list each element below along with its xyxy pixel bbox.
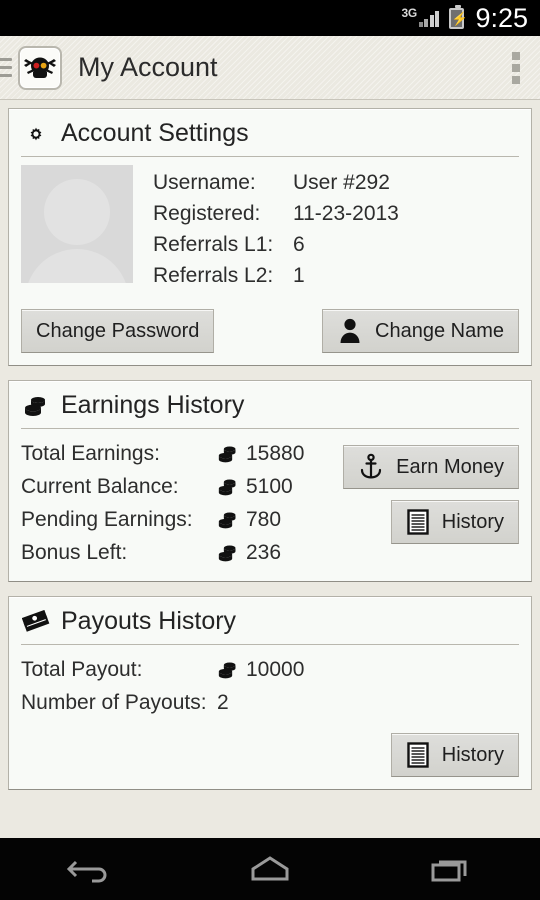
payouts-history-title: Payouts History: [61, 607, 237, 635]
payouts-history-header: Payouts History: [9, 597, 531, 644]
coins-icon: [21, 394, 51, 418]
earnings-history-button[interactable]: History: [390, 500, 519, 544]
skull-crossbones-app-icon[interactable]: [18, 45, 62, 90]
page-title: My Account: [78, 52, 218, 82]
action-bar: My Account: [0, 36, 540, 100]
field-label: Referrals L1:: [153, 233, 274, 256]
coins-icon: [217, 510, 239, 530]
stat-label: Total Payout:: [21, 658, 143, 681]
content-scroll-area[interactable]: Account Settings Username: User #292 Reg…: [0, 100, 540, 838]
stat-value: 10000: [246, 658, 305, 681]
stat-label: Total Earnings:: [21, 442, 160, 465]
stat-value: 780: [246, 508, 282, 531]
stat-row-bonus-left: Bonus Left: 236: [21, 536, 343, 569]
coins-icon: [217, 477, 239, 497]
field-value: 1: [293, 264, 305, 287]
payouts-history-button-label: History: [441, 743, 504, 766]
stat-value: 15880: [246, 442, 305, 465]
phone-screen: 3G ⚡ 9:25 My Account Account Settings Us…: [0, 0, 540, 900]
stat-row-total-earnings: Total Earnings: 15880: [21, 437, 343, 470]
field-value: User #292: [293, 171, 390, 194]
field-row-username: Username: User #292: [153, 167, 519, 198]
stat-row-pending-earnings: Pending Earnings: 780: [21, 503, 343, 536]
clock-label: 9:25: [475, 2, 528, 33]
field-row-referrals-l2: Referrals L2: 1: [153, 260, 519, 291]
stat-row-total-payout: Total Payout: 10000: [21, 653, 519, 686]
payouts-history-body: Total Payout: 10000 Number of Payouts: 2…: [9, 645, 531, 789]
system-navigation-bar: [0, 838, 540, 900]
coins-icon: [217, 660, 239, 680]
earnings-history-button-label: History: [441, 510, 504, 533]
overflow-menu-icon[interactable]: [512, 51, 520, 84]
back-arrow-icon[interactable]: [55, 849, 125, 889]
account-settings-card: Account Settings Username: User #292 Reg…: [8, 108, 532, 366]
banknotes-icon: [21, 609, 51, 634]
hamburger-icon[interactable]: [0, 58, 12, 77]
account-settings-body: Username: User #292 Registered: 11-23-20…: [9, 157, 531, 365]
recents-icon[interactable]: [415, 849, 485, 889]
payouts-history-card: Payouts History Total Payout: 10000 Numb…: [8, 596, 532, 790]
earn-money-label: Earn Money: [396, 455, 504, 478]
earnings-stats-list: Total Earnings: 15880 Current Balance: 5…: [21, 437, 343, 569]
home-icon[interactable]: [235, 849, 305, 889]
anchor-icon: [358, 453, 384, 481]
stat-value: 236: [246, 541, 282, 564]
field-value: 11-23-2013: [293, 202, 399, 225]
stat-label: Bonus Left:: [21, 541, 128, 564]
field-label: Registered:: [153, 202, 261, 225]
account-fields-list: Username: User #292 Registered: 11-23-20…: [153, 165, 519, 291]
payouts-stats-list: Total Payout: 10000 Number of Payouts: 2: [21, 653, 519, 719]
coins-icon: [217, 444, 239, 464]
stat-row-number-of-payouts: Number of Payouts: 2: [21, 686, 519, 719]
earnings-history-card: Earnings History Total Earnings: 15880 C…: [8, 380, 532, 582]
status-bar: 3G ⚡ 9:25: [0, 0, 540, 36]
person-icon: [337, 317, 363, 345]
payouts-history-button[interactable]: History: [390, 733, 519, 777]
account-settings-header: Account Settings: [9, 109, 531, 156]
change-password-label: Change Password: [36, 319, 200, 342]
earn-money-button[interactable]: Earn Money: [343, 445, 519, 489]
stat-value: 5100: [246, 475, 293, 498]
earnings-history-title: Earnings History: [61, 391, 245, 419]
field-row-referrals-l1: Referrals L1: 6: [153, 229, 519, 260]
list-document-icon: [406, 741, 430, 769]
account-settings-title: Account Settings: [61, 119, 249, 147]
list-document-icon: [406, 508, 430, 536]
field-row-registered: Registered: 11-23-2013: [153, 198, 519, 229]
person-placeholder-avatar[interactable]: [21, 165, 133, 283]
battery-charging-icon: ⚡: [449, 4, 468, 29]
change-name-button[interactable]: Change Name: [322, 309, 519, 353]
signal-bars-icon: [418, 10, 440, 27]
change-name-label: Change Name: [375, 319, 504, 342]
earnings-history-body: Total Earnings: 15880 Current Balance: 5…: [9, 429, 531, 581]
stat-value: 2: [217, 691, 229, 714]
earnings-history-header: Earnings History: [9, 381, 531, 428]
stat-row-current-balance: Current Balance: 5100: [21, 470, 343, 503]
network-type-label: 3G: [401, 6, 418, 20]
stat-label: Current Balance:: [21, 475, 179, 498]
stat-label: Number of Payouts:: [21, 691, 207, 714]
coins-icon: [217, 543, 239, 563]
stat-label: Pending Earnings:: [21, 508, 193, 531]
gear-icon: [21, 122, 51, 146]
field-label: Username:: [153, 171, 256, 194]
change-password-button[interactable]: Change Password: [21, 309, 215, 353]
field-value: 6: [293, 233, 305, 256]
field-label: Referrals L2:: [153, 264, 274, 287]
